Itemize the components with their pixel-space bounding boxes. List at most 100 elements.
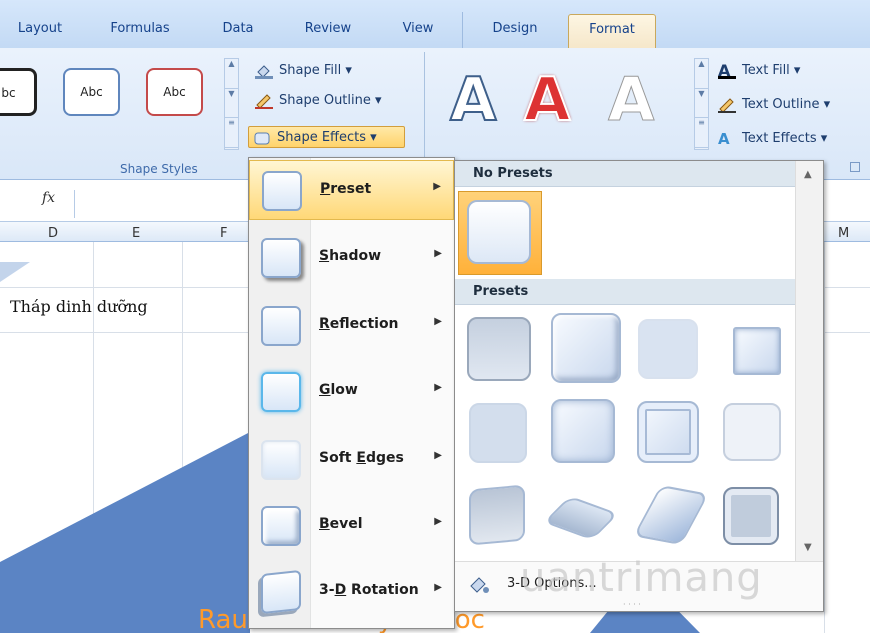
scroll-up-icon[interactable]: ▲ — [695, 59, 708, 89]
tab-view[interactable]: View — [393, 14, 443, 50]
gallery-more-icon[interactable]: ≡ — [225, 118, 238, 149]
text-fill-button[interactable]: A Text Fill ▾ — [714, 60, 800, 82]
text-effects-button[interactable]: A Text Effects ▾ — [714, 128, 827, 150]
text-fill-icon: A — [718, 63, 736, 79]
preset-icon — [262, 171, 302, 211]
tab-layout[interactable]: Layout — [10, 14, 70, 50]
pencil-icon — [255, 94, 273, 109]
wordart-gallery-scroll[interactable]: ▲ ▼ ≡ — [694, 58, 709, 150]
scroll-up-icon[interactable]: ▲ — [225, 59, 238, 89]
submenu-arrow-icon: ▶ — [433, 181, 441, 192]
dialog-launcher-icon[interactable] — [850, 162, 860, 172]
shadow-icon — [261, 238, 301, 278]
no-preset-swatch — [467, 200, 531, 264]
paint-bucket-icon — [255, 65, 273, 79]
shape-effects-menu: Preset ▶ Shadow ▶ Reflection ▶ Glow ▶ So… — [248, 157, 455, 629]
shape-style-1[interactable]: bc — [0, 68, 37, 116]
presets-header: Presets — [455, 279, 795, 305]
no-presets-header: No Presets — [455, 161, 795, 187]
preset-3[interactable] — [638, 319, 698, 379]
3d-rotation-icon — [261, 569, 301, 615]
soft-edges-icon — [261, 440, 301, 480]
text-effects-icon: A — [718, 130, 730, 148]
scroll-up-icon[interactable]: ▲ — [804, 169, 812, 180]
menu-item-glow[interactable]: Glow ▶ — [249, 362, 454, 422]
pen-icon — [718, 98, 736, 113]
submenu-arrow-icon: ▶ — [434, 316, 442, 327]
menu-item-label: Reflection — [319, 316, 399, 332]
resize-grip-icon[interactable]: · · · · — [623, 600, 641, 609]
shape-effects-button[interactable]: Shape Effects ▾ — [248, 126, 405, 148]
preset-2[interactable] — [551, 313, 621, 383]
menu-item-reflection[interactable]: Reflection ▶ — [249, 296, 454, 356]
menu-item-label: Shadow — [319, 248, 382, 264]
wordart-style-3[interactable]: A — [607, 70, 654, 131]
gallery-more-icon[interactable]: ≡ — [695, 118, 708, 149]
preset-12[interactable] — [723, 487, 779, 545]
tab-format[interactable]: Format — [568, 14, 656, 50]
shape-styles-gallery-scroll[interactable]: ▲ ▼ ≡ — [224, 58, 239, 150]
column-header-d[interactable]: D — [48, 226, 58, 241]
shape-effects-icon — [254, 132, 270, 145]
glow-icon — [261, 372, 301, 412]
shape-styles-group-label: Shape Styles — [120, 162, 198, 176]
preset-6[interactable] — [551, 399, 615, 463]
submenu-arrow-icon: ▶ — [434, 248, 442, 259]
formula-bar-divider — [74, 190, 75, 218]
scroll-down-icon[interactable]: ▼ — [804, 542, 812, 553]
preset-10[interactable] — [543, 495, 619, 541]
shape-fill-button[interactable]: Shape Fill ▾ — [251, 60, 352, 82]
preset-submenu: No Presets Presets ▲ ▼ 3-D Options... · … — [454, 160, 824, 612]
menu-item-label: Glow — [319, 382, 358, 398]
shape-outline-label: Shape Outline ▾ — [279, 93, 382, 108]
menu-item-label: Bevel — [319, 516, 363, 532]
tab-review[interactable]: Review — [293, 14, 363, 50]
text-outline-button[interactable]: Text Outline ▾ — [714, 94, 830, 116]
preset-7[interactable] — [637, 401, 699, 463]
3d-options-icon — [470, 577, 489, 593]
menu-item-bevel[interactable]: Bevel ▶ — [249, 496, 454, 556]
column-header-f[interactable]: F — [220, 226, 227, 241]
menu-item-3d-rotation[interactable]: 3-D Rotation ▶ — [249, 562, 454, 622]
bevel-icon — [261, 506, 301, 546]
scroll-down-icon[interactable]: ▼ — [225, 89, 238, 119]
submenu-arrow-icon: ▶ — [434, 582, 442, 593]
menu-item-label: 3-D Rotation — [319, 582, 419, 598]
preset-9[interactable] — [469, 484, 525, 546]
tab-separator — [462, 12, 463, 50]
menu-item-soft-edges[interactable]: Soft Edges ▶ — [249, 430, 454, 490]
column-header-m[interactable]: M — [838, 226, 849, 241]
column-header-e[interactable]: E — [132, 226, 140, 241]
preset-11[interactable] — [633, 484, 709, 546]
shape-style-3[interactable]: Abc — [146, 68, 203, 116]
no-preset-option[interactable] — [458, 191, 542, 275]
text-outline-label: Text Outline ▾ — [742, 97, 831, 112]
reflection-icon — [261, 306, 301, 346]
text-effects-label: Text Effects ▾ — [742, 131, 828, 146]
shape-effects-label: Shape Effects ▾ — [277, 130, 377, 145]
function-icon[interactable]: fx — [42, 190, 55, 206]
preset-5[interactable] — [469, 403, 527, 463]
submenu-arrow-icon: ▶ — [434, 382, 442, 393]
text-fill-label: Text Fill ▾ — [742, 63, 801, 78]
shape-style-2[interactable]: Abc — [63, 68, 120, 116]
wordart-style-1[interactable]: A — [449, 69, 497, 131]
preset-4[interactable] — [733, 327, 781, 375]
tab-data[interactable]: Data — [213, 14, 263, 50]
preset-1[interactable] — [467, 317, 531, 381]
shape-outline-button[interactable]: Shape Outline ▾ — [251, 90, 382, 112]
submenu-scrollbar[interactable]: ▲ ▼ — [795, 161, 823, 561]
scroll-down-icon[interactable]: ▼ — [695, 89, 708, 119]
tab-design[interactable]: Design — [475, 14, 555, 50]
preset-8[interactable] — [723, 403, 781, 461]
cell-text[interactable]: Tháp dinh dưỡng — [10, 297, 148, 316]
menu-item-label: Soft Edges — [319, 450, 404, 466]
shape-fill-label: Shape Fill ▾ — [279, 63, 352, 78]
submenu-arrow-icon: ▶ — [434, 450, 442, 461]
menu-item-preset[interactable]: Preset ▶ — [249, 160, 454, 220]
menu-item-label: Preset — [320, 181, 372, 197]
menu-item-shadow[interactable]: Shadow ▶ — [249, 228, 454, 288]
tab-formulas[interactable]: Formulas — [100, 14, 180, 50]
watermark: uantrimang — [520, 555, 763, 601]
wordart-style-2[interactable]: A — [523, 69, 571, 131]
